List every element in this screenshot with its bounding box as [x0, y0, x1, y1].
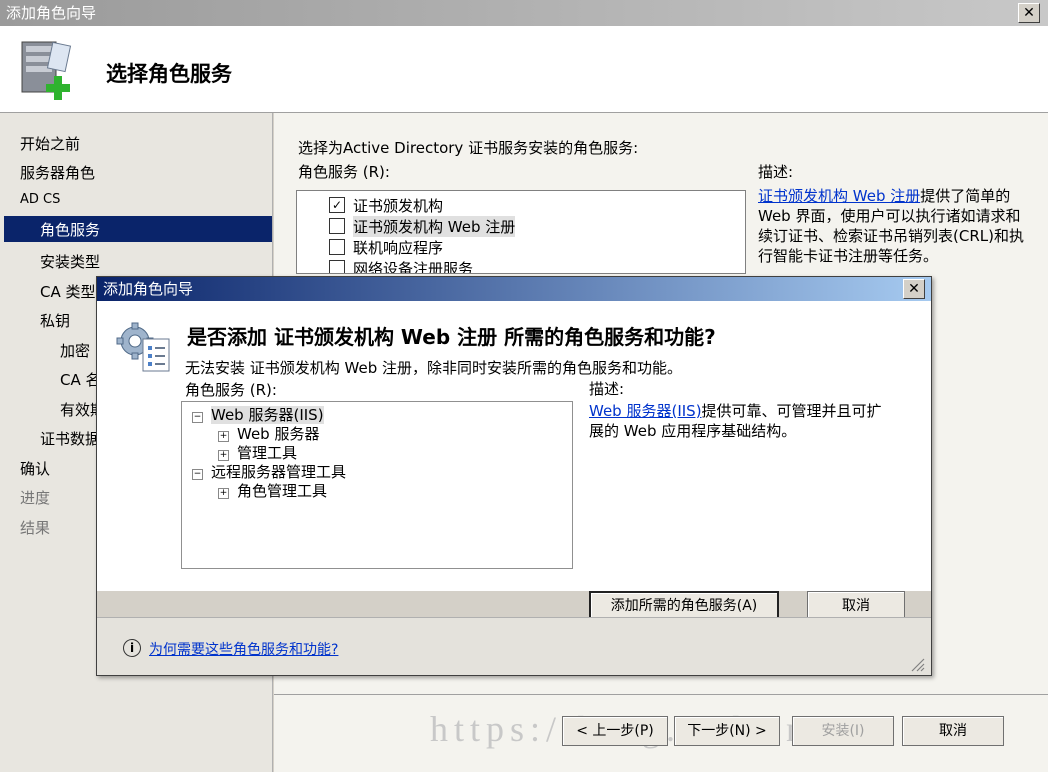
install-button: 安装(I): [792, 716, 894, 746]
dialog-role-services-label: 角色服务 (R):: [185, 381, 277, 399]
nav-item-results: 结果: [20, 519, 51, 537]
nav-item-server-roles[interactable]: 服务器角色: [20, 162, 95, 183]
info-icon: i: [123, 638, 141, 657]
tree-node-web-server[interactable]: + Web 服务器: [218, 423, 319, 444]
tree-node-label: Web 服务器(IIS): [211, 406, 324, 424]
dialog-titlebar[interactable]: 添加角色向导 ✕: [97, 277, 931, 301]
dialog-question: 是否添加 证书颁发机构 Web 注册 所需的角色服务和功能?: [187, 325, 716, 349]
role-service-checkbox-online-responder[interactable]: [329, 239, 345, 255]
role-service-checkbox-ca[interactable]: ✓: [329, 197, 345, 213]
role-service-checkbox-ndes[interactable]: [329, 260, 345, 273]
previous-button[interactable]: < 上一步(P): [562, 716, 668, 746]
required-features-dialog: 添加角色向导 ✕ 是否添加 证书颁发机构 Web 注册 所需的角色服务和功能? …: [96, 276, 932, 676]
description-link[interactable]: 证书颁发机构 Web 注册: [758, 187, 920, 205]
footer-divider: [274, 694, 1048, 695]
nav-item-ad-cs[interactable]: AD CS: [20, 192, 60, 207]
resize-grip-icon[interactable]: [909, 656, 925, 672]
expand-icon[interactable]: +: [218, 431, 229, 442]
tree-node-label: Web 服务器: [237, 425, 320, 443]
tree-node-label: 管理工具: [237, 444, 298, 462]
cancel-button[interactable]: 取消: [902, 716, 1004, 746]
window-close-button[interactable]: ✕: [1018, 3, 1040, 23]
dialog-subtext: 无法安装 证书颁发机构 Web 注册，除非同时安装所需的角色服务和功能。: [185, 359, 683, 377]
next-button[interactable]: 下一步(N) >: [674, 716, 780, 746]
expand-icon[interactable]: +: [218, 488, 229, 499]
required-services-tree[interactable]: − Web 服务器(IIS) + Web 服务器 + 管理工具 − 远程服务器管理工具 …: [181, 401, 573, 569]
dialog-close-button[interactable]: ✕: [903, 279, 925, 299]
role-service-checkbox-web-enrollment[interactable]: [329, 218, 345, 234]
collapse-icon[interactable]: −: [192, 412, 203, 423]
tree-node-label: 远程服务器管理工具: [211, 463, 347, 481]
dialog-title: 添加角色向导: [103, 280, 194, 298]
nav-selection-highlight: 角色服务: [4, 216, 272, 242]
dialog-description-panel: 描述: Web 服务器(IIS)提供可靠、可管理并且可扩展的 Web 应用程序基…: [589, 379, 889, 441]
nav-item-setup-type[interactable]: 安装类型: [40, 251, 100, 272]
role-service-label: 联机响应程序: [353, 239, 444, 257]
dialog-description-link[interactable]: Web 服务器(IIS): [589, 402, 702, 420]
dialog-footer: i 为何需要这些角色服务和功能?: [97, 617, 931, 675]
help-link[interactable]: 为何需要这些角色服务和功能?: [149, 639, 338, 659]
instruction-text: 选择为Active Directory 证书服务安装的角色服务:: [298, 139, 639, 157]
nav-item-role-services[interactable]: 角色服务: [40, 219, 100, 240]
role-services-label: 角色服务 (R):: [298, 163, 390, 181]
tree-node-rsat[interactable]: − 远程服务器管理工具: [192, 461, 346, 482]
expand-icon[interactable]: +: [218, 450, 229, 461]
dialog-body: 是否添加 证书颁发机构 Web 注册 所需的角色服务和功能? 无法安装 证书颁发…: [97, 301, 931, 591]
window-title: 添加角色向导: [6, 4, 97, 22]
nav-item-ca-type[interactable]: CA 类型: [40, 281, 96, 302]
role-service-label: 证书颁发机构 Web 注册: [353, 216, 516, 237]
description-label: 描述:: [758, 163, 794, 181]
nav-item-progress: 进度: [20, 489, 51, 507]
tree-node-web-server-iis[interactable]: − Web 服务器(IIS): [192, 404, 324, 425]
gear-document-icon: [116, 322, 170, 372]
role-service-label: 证书颁发机构: [353, 197, 444, 215]
nav-item-private-key[interactable]: 私钥: [40, 310, 70, 331]
tree-node-role-admin-tools[interactable]: + 角色管理工具: [218, 480, 327, 501]
collapse-icon[interactable]: −: [192, 469, 203, 480]
nav-item-confirmation[interactable]: 确认: [20, 458, 50, 479]
dialog-description-label: 描述:: [589, 380, 625, 398]
tree-node-management-tools[interactable]: + 管理工具: [218, 442, 297, 463]
tree-node-label: 角色管理工具: [237, 482, 328, 500]
description-panel: 描述: 证书颁发机构 Web 注册提供了简单的 Web 界面，使用户可以执行诸如…: [758, 162, 1028, 266]
role-services-list[interactable]: ✓ 证书颁发机构 证书颁发机构 Web 注册 联机响应程序 网络设备注册服务: [296, 190, 746, 274]
window-titlebar[interactable]: 添加角色向导 ✕: [0, 0, 1048, 26]
nav-item-before-you-begin[interactable]: 开始之前: [20, 133, 80, 154]
wizard-header: 选择角色服务: [0, 26, 1048, 113]
server-add-icon: [21, 41, 72, 100]
nav-item-cryptography[interactable]: 加密: [60, 340, 90, 361]
role-service-label: 网络设备注册服务: [353, 260, 474, 274]
page-title: 选择角色服务: [106, 62, 232, 86]
